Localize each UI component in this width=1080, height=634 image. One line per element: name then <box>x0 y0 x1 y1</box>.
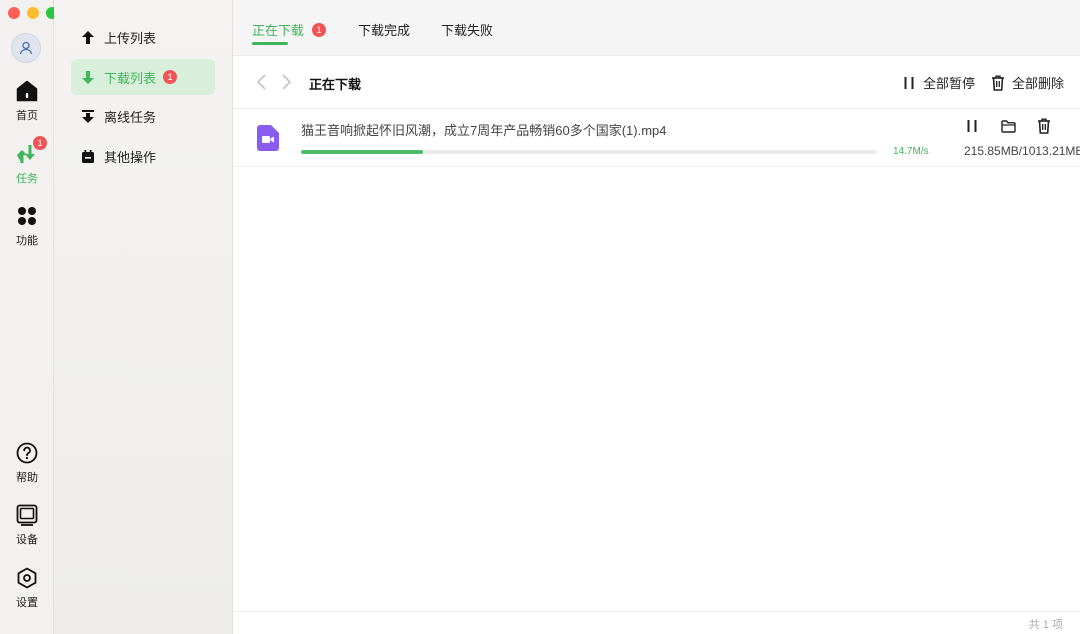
home-icon <box>15 79 39 103</box>
sidebar-item-upload-list[interactable]: 上传列表 <box>71 19 215 55</box>
left-rail: 首页 1 任务 功能 帮助 设备 设置 <box>0 0 58 634</box>
transfer-icon: 1 <box>15 136 47 166</box>
calendar-icon <box>81 149 95 163</box>
help-icon <box>15 441 39 465</box>
pause-all-label: 全部暂停 <box>923 76 976 91</box>
rail-help-label: 帮助 <box>16 472 38 484</box>
open-folder-button[interactable] <box>1000 118 1016 134</box>
grid-dots-icon <box>15 204 39 228</box>
rail-item-settings[interactable]: 设置 <box>0 566 54 610</box>
download-progress-fill <box>301 150 424 154</box>
download-tabs: 正在下载 1 下载完成 下载失败 <box>233 0 1080 56</box>
item-count: 共 1 项 <box>1028 619 1063 631</box>
sidebar-item-label: 其他操作 <box>104 149 157 165</box>
arrow-down-icon <box>81 70 95 84</box>
avatar[interactable] <box>11 33 41 63</box>
sidebar-item-download-list[interactable]: 下载列表 1 <box>71 59 215 95</box>
rail-item-features[interactable]: 功能 <box>0 204 54 248</box>
download-count-badge: 1 <box>163 70 178 84</box>
window-controls <box>8 7 58 19</box>
rail-tasks-label: 任务 <box>16 173 38 185</box>
tab-badge: 1 <box>312 22 327 37</box>
close-window-button[interactable] <box>8 7 20 19</box>
sidebar-item-label: 下载列表 <box>104 70 157 86</box>
download-size: 215.85MB/1013.21MB <box>964 144 1080 158</box>
pause-download-button[interactable] <box>964 118 980 134</box>
tasks-badge: 1 <box>33 136 47 150</box>
tab-label: 下载完成 <box>358 23 411 38</box>
rail-item-devices[interactable]: 设备 <box>0 503 54 547</box>
rail-home-label: 首页 <box>16 110 38 122</box>
delete-all-button[interactable]: 全部删除 <box>990 73 1064 92</box>
rail-settings-label: 设置 <box>16 597 38 609</box>
trash-icon <box>990 75 1006 91</box>
transfer-sidebar: 上传列表 下载列表 1 离线任务 其他操作 <box>54 0 233 634</box>
sidebar-item-label: 上传列表 <box>104 30 157 46</box>
rail-item-tasks[interactable]: 1 任务 <box>0 136 54 186</box>
folder-icon <box>1000 119 1016 133</box>
status-footer: 共 1 项 <box>233 611 1080 634</box>
rail-item-home[interactable]: 首页 <box>0 79 54 123</box>
pause-icon <box>901 75 917 91</box>
file-name: 猫王音响掀起怀旧风潮，成立7周年产品畅销60多个国家(1).mp4 <box>301 123 667 138</box>
rail-devices-label: 设备 <box>16 534 38 546</box>
delete-all-label: 全部删除 <box>1012 76 1065 91</box>
tab-label: 下载失败 <box>441 23 494 38</box>
video-file-icon <box>257 125 279 151</box>
rail-features-label: 功能 <box>16 235 38 247</box>
pause-all-button[interactable]: 全部暂停 <box>901 73 975 92</box>
download-speed: 14.7M/s <box>893 146 929 157</box>
rail-item-help[interactable]: 帮助 <box>0 441 54 485</box>
delete-download-button[interactable] <box>1036 118 1052 134</box>
minimize-window-button[interactable] <box>27 7 39 19</box>
offline-download-icon <box>81 109 95 123</box>
trash-icon <box>1038 118 1050 134</box>
tab-failed[interactable]: 下载失败 <box>441 20 493 39</box>
sidebar-item-offline-tasks[interactable]: 离线任务 <box>71 98 215 134</box>
download-row[interactable]: 猫王音响掀起怀旧风潮，成立7周年产品畅销60多个国家(1).mp4 14.7M/… <box>233 110 1080 167</box>
arrow-up-icon <box>81 30 95 44</box>
chevron-right-icon <box>282 74 292 90</box>
device-icon <box>15 503 39 527</box>
forward-button[interactable] <box>279 73 293 91</box>
back-button[interactable] <box>255 73 269 91</box>
tab-downloading[interactable]: 正在下载 1 <box>252 20 327 39</box>
active-tab-indicator <box>252 42 288 45</box>
pause-icon <box>967 120 977 132</box>
page-title: 正在下载 <box>309 77 362 92</box>
toolbar: 正在下载 全部暂停 全部删除 <box>233 56 1080 109</box>
tab-label: 正在下载 <box>252 23 305 38</box>
main-panel: 正在下载 1 下载完成 下载失败 正在下载 全部暂停 全部删除 猫王音响掀起怀旧… <box>233 0 1080 634</box>
user-icon <box>19 41 33 55</box>
chevron-left-icon <box>256 74 266 90</box>
download-progress-bar <box>301 150 876 154</box>
settings-hex-icon <box>15 566 39 590</box>
sidebar-item-label: 离线任务 <box>104 109 157 125</box>
tab-completed[interactable]: 下载完成 <box>358 20 410 39</box>
app-window: 首页 1 任务 功能 帮助 设备 设置 上传列表 下载列表 1 离线任务 其他操… <box>0 0 1080 634</box>
sidebar-item-other-actions[interactable]: 其他操作 <box>71 138 215 174</box>
